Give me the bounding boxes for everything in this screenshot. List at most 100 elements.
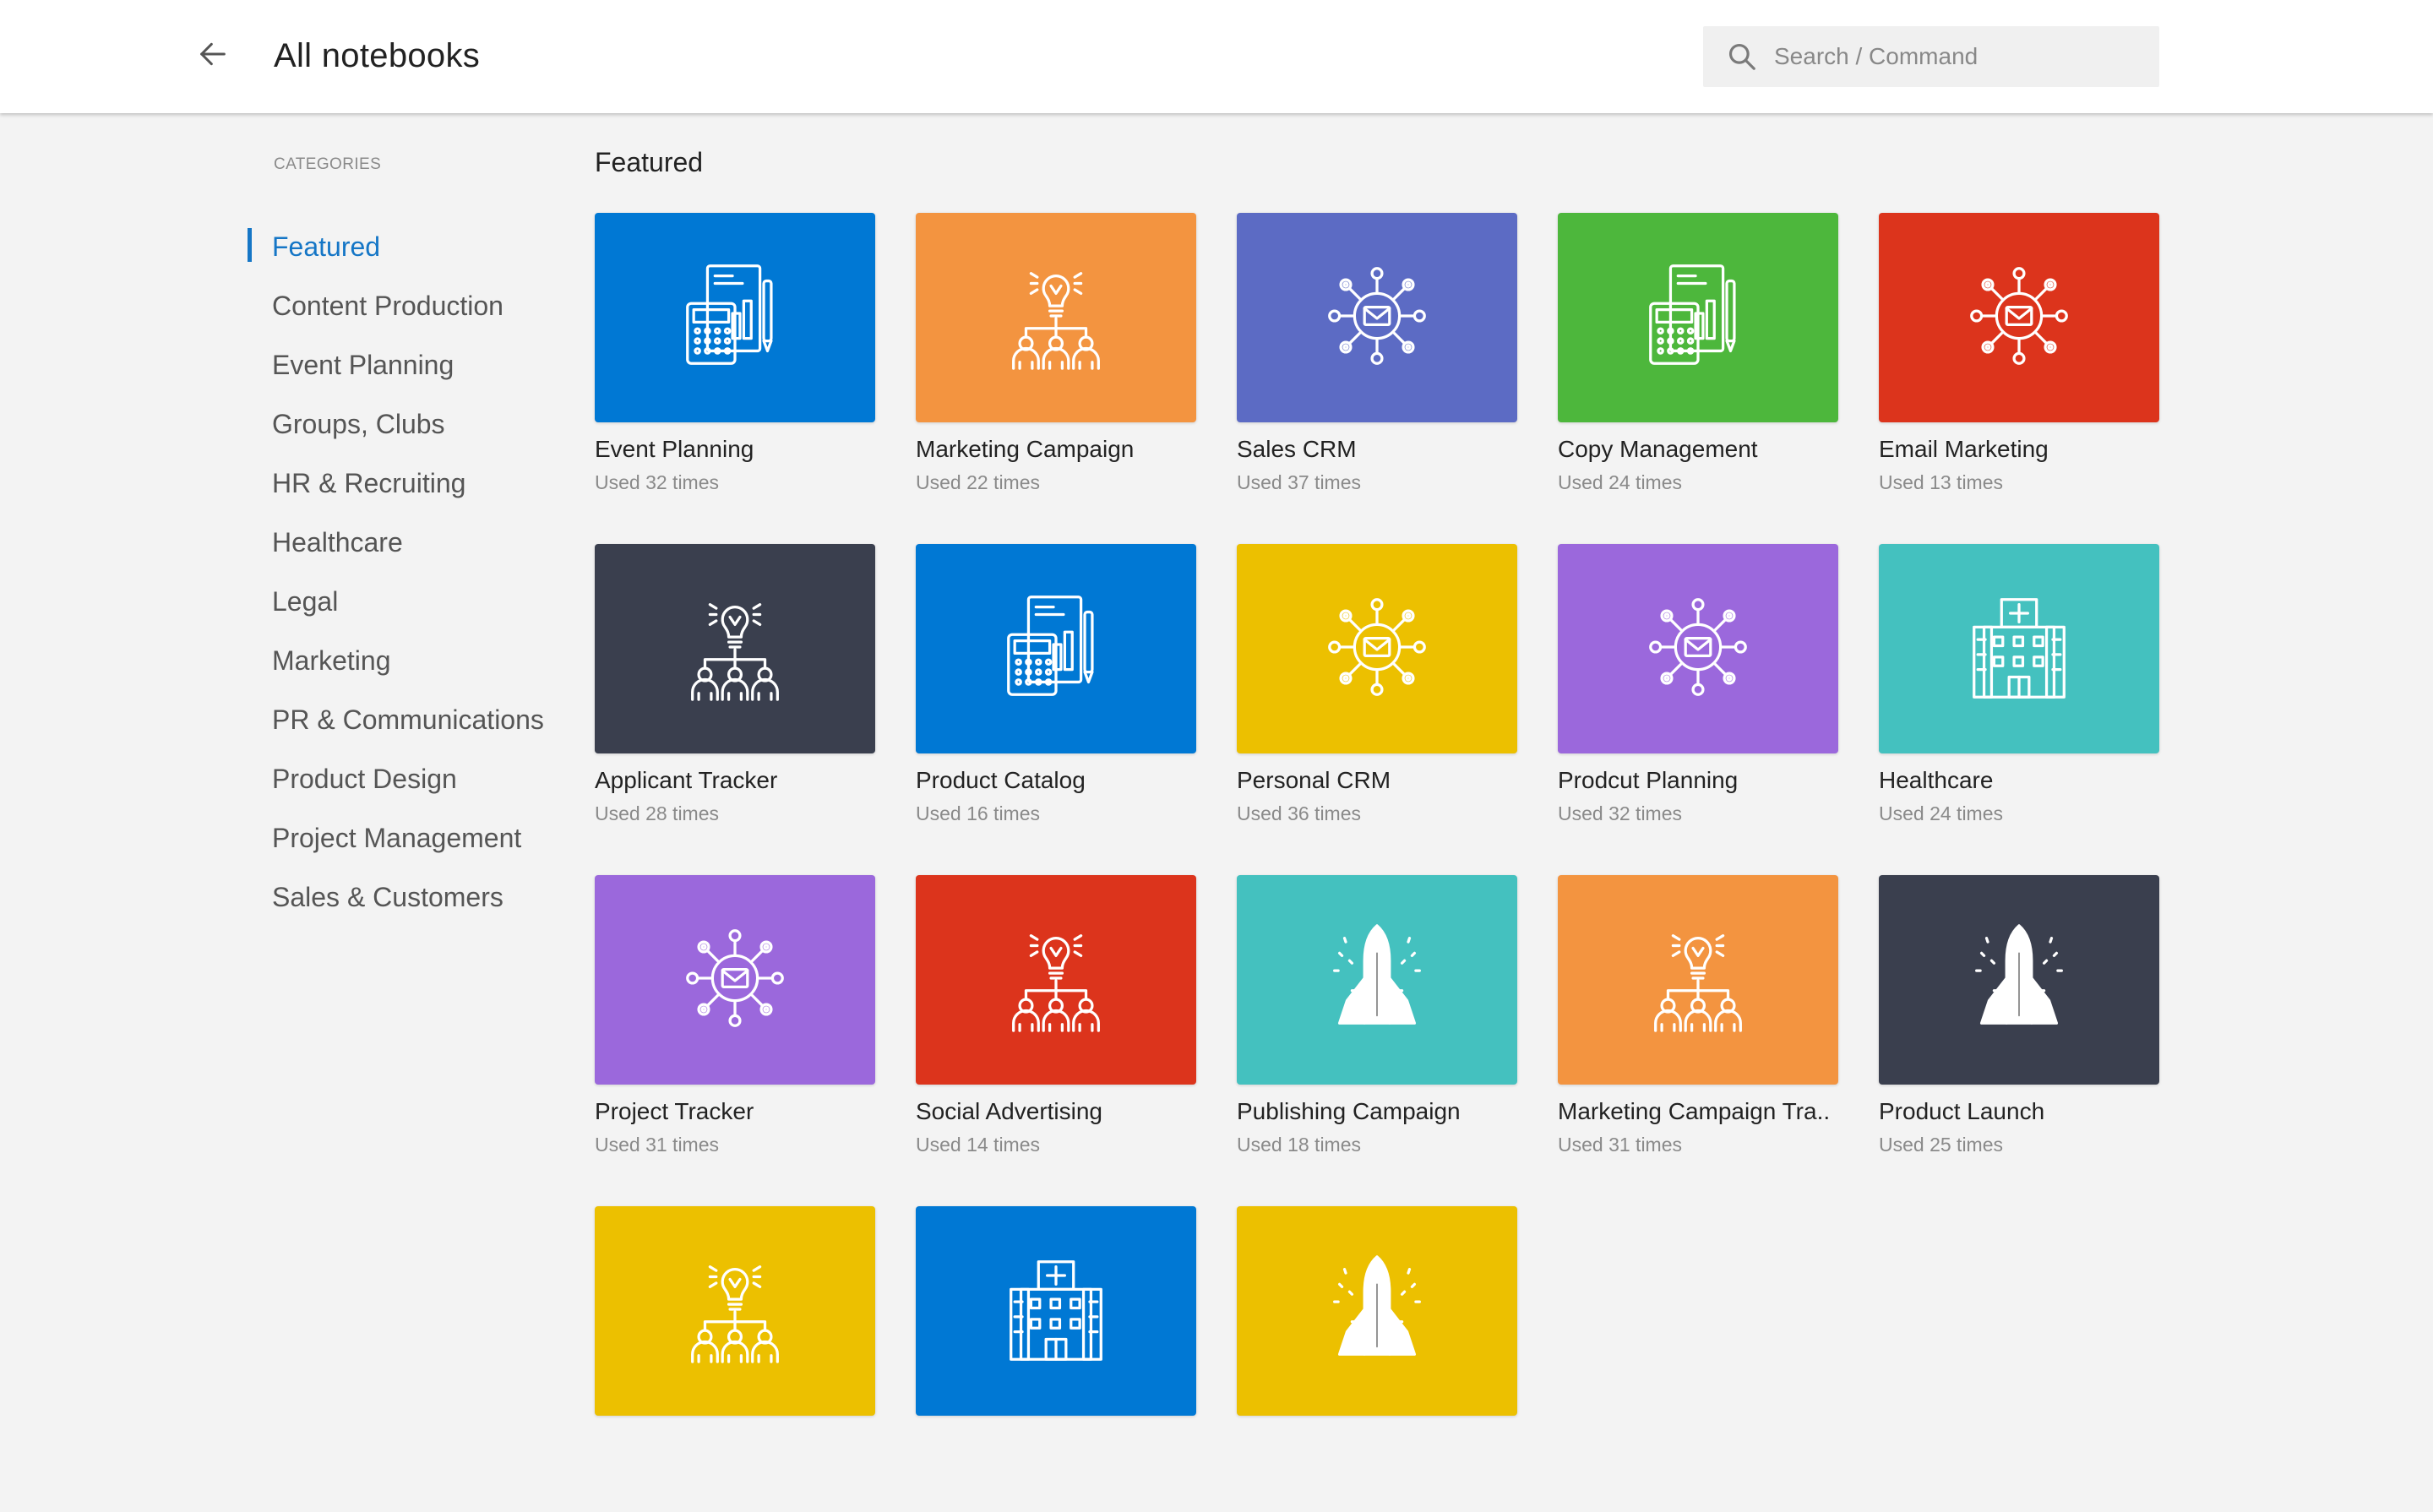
hospital-icon — [1957, 585, 2082, 714]
notebook-card-applicant-tracker[interactable]: Applicant Tracker Used 28 times — [595, 544, 875, 850]
notebook-name: Applicant Tracker — [595, 767, 778, 793]
notebook-tile[interactable] — [1879, 213, 2159, 422]
notebook-tile[interactable] — [595, 213, 875, 422]
search-box[interactable] — [1703, 26, 2159, 87]
notebook-card-notebook-17[interactable] — [916, 1206, 1196, 1512]
arrow-left-icon — [196, 37, 230, 75]
notebook-card-product-launch[interactable]: Product Launch Used 25 times — [1879, 875, 2159, 1181]
notebook-name: Publishing Campaign — [1237, 1098, 1461, 1124]
search-input[interactable] — [1772, 42, 2131, 71]
notebook-tile[interactable] — [916, 875, 1196, 1085]
notebook-usage-count: Used 31 times — [1558, 1134, 1683, 1156]
sidebar-item-marketing[interactable]: Marketing — [247, 639, 544, 698]
notebook-usage-count: Used 18 times — [1237, 1134, 1362, 1156]
notebook-card-notebook-16[interactable] — [595, 1206, 875, 1512]
page-title: All notebooks — [274, 37, 481, 74]
sidebar-item-hr-recruiting[interactable]: HR & Recruiting — [247, 461, 544, 520]
notebook-tile[interactable] — [1237, 544, 1517, 753]
search-icon — [1723, 38, 1761, 75]
calculator-report-icon — [1636, 253, 1761, 383]
notebook-tile[interactable] — [1558, 544, 1838, 753]
notebook-name: Product Launch — [1879, 1098, 2045, 1124]
notebook-tile[interactable] — [595, 1206, 875, 1416]
notebook-card-marketing-campaign[interactable]: Marketing Campaign Used 22 times — [916, 213, 1196, 519]
notebook-usage-count: Used 16 times — [916, 802, 1041, 824]
notebook-tile[interactable] — [1879, 544, 2159, 753]
notebook-usage-count: Used 32 times — [595, 471, 720, 493]
sidebar-item-product-design[interactable]: Product Design — [247, 757, 544, 816]
category-list: Featured Content Production Event Planning… — [247, 225, 544, 934]
idea-team-icon — [993, 916, 1119, 1045]
notebook-tile[interactable] — [916, 1206, 1196, 1416]
notebook-usage-count: Used 24 times — [1879, 802, 2004, 824]
email-network-icon — [1636, 585, 1761, 714]
notebook-name: Copy Management — [1558, 436, 1758, 462]
rocket-icon — [1314, 916, 1440, 1045]
sidebar-item-sales-customers[interactable]: Sales & Customers — [247, 875, 544, 934]
notebook-card-copy-management[interactable]: Copy Management Used 24 times — [1558, 213, 1838, 519]
email-network-icon — [1314, 253, 1440, 383]
notebook-card-notebook-18[interactable] — [1237, 1206, 1517, 1512]
notebook-name: Project Tracker — [595, 1098, 754, 1124]
notebook-card-personal-crm[interactable]: Personal CRM Used 36 times — [1237, 544, 1517, 850]
notebook-card-marketing-campaign-tra[interactable]: Marketing Campaign Tra.. Used 31 times — [1558, 875, 1838, 1181]
notebook-tile[interactable] — [1237, 1206, 1517, 1416]
notebook-usage-count: Used 37 times — [1237, 471, 1362, 493]
notebook-tile[interactable] — [916, 544, 1196, 753]
rocket-icon — [1957, 916, 2082, 1045]
notebook-name: Email Marketing — [1879, 436, 2049, 462]
notebook-tile[interactable] — [1237, 213, 1517, 422]
notebook-usage-count: Used 25 times — [1879, 1134, 2004, 1156]
notebook-tile[interactable] — [1558, 213, 1838, 422]
notebook-card-social-advertising[interactable]: Social Advertising Used 14 times — [916, 875, 1196, 1181]
notebook-tile[interactable] — [595, 875, 875, 1085]
sidebar-item-content-production[interactable]: Content Production — [247, 284, 544, 343]
notebook-name: Marketing Campaign — [916, 436, 1135, 462]
notebook-usage-count: Used 28 times — [595, 802, 720, 824]
notebook-card-healthcare[interactable]: Healthcare Used 24 times — [1879, 544, 2159, 850]
notebook-tile[interactable] — [1237, 875, 1517, 1085]
notebook-tile[interactable] — [916, 213, 1196, 422]
notebook-name: Event Planning — [595, 436, 754, 462]
notebook-card-event-planning[interactable]: Event Planning Used 32 times — [595, 213, 875, 519]
notebook-tile[interactable] — [1879, 875, 2159, 1085]
notebook-tile[interactable] — [1558, 875, 1838, 1085]
notebook-card-sales-crm[interactable]: Sales CRM Used 37 times — [1237, 213, 1517, 519]
sidebar-item-pr-communications[interactable]: PR & Communications — [247, 698, 544, 757]
sidebar-item-groups-clubs[interactable]: Groups, Clubs — [247, 402, 544, 461]
notebook-card-project-tracker[interactable]: Project Tracker Used 31 times — [595, 875, 875, 1181]
notebook-usage-count: Used 13 times — [1879, 471, 2004, 493]
notebook-card-email-marketing[interactable]: Email Marketing Used 13 times — [1879, 213, 2159, 519]
notebook-card-product-catalog[interactable]: Product Catalog Used 16 times — [916, 544, 1196, 850]
calculator-report-icon — [672, 253, 797, 383]
notebook-usage-count: Used 14 times — [916, 1134, 1041, 1156]
notebook-tile[interactable] — [595, 544, 875, 753]
idea-team-icon — [993, 253, 1119, 383]
calculator-report-icon — [993, 585, 1119, 714]
notebook-usage-count: Used 36 times — [1237, 802, 1362, 824]
back-button[interactable] — [189, 32, 237, 79]
notebook-name: Social Advertising — [916, 1098, 1103, 1124]
notebook-card-prodcut-planning[interactable]: Prodcut Planning Used 32 times — [1558, 544, 1838, 850]
email-network-icon — [1957, 253, 2082, 383]
sidebar-item-legal[interactable]: Legal — [247, 579, 544, 639]
notebook-name: Healthcare — [1879, 767, 1994, 793]
categories-heading: CATEGORIES — [274, 155, 382, 173]
notebook-usage-count: Used 24 times — [1558, 471, 1683, 493]
sidebar-item-featured[interactable]: Featured — [247, 225, 544, 284]
sidebar-item-healthcare[interactable]: Healthcare — [247, 520, 544, 579]
hospital-icon — [993, 1247, 1119, 1376]
notebook-usage-count: Used 22 times — [916, 471, 1041, 493]
top-bar: All notebooks — [0, 0, 2433, 113]
email-network-icon — [672, 916, 797, 1045]
notebook-card-publishing-campaign[interactable]: Publishing Campaign Used 18 times — [1237, 875, 1517, 1181]
rocket-icon — [1314, 1247, 1440, 1376]
notebook-name: Marketing Campaign Tra.. — [1558, 1098, 1831, 1124]
notebook-name: Prodcut Planning — [1558, 767, 1739, 793]
sidebar-item-event-planning[interactable]: Event Planning — [247, 343, 544, 402]
notebook-name: Personal CRM — [1237, 767, 1391, 793]
sidebar-item-project-management[interactable]: Project Management — [247, 816, 544, 875]
idea-team-icon — [672, 585, 797, 714]
notebook-usage-count: Used 32 times — [1558, 802, 1683, 824]
email-network-icon — [1314, 585, 1440, 714]
